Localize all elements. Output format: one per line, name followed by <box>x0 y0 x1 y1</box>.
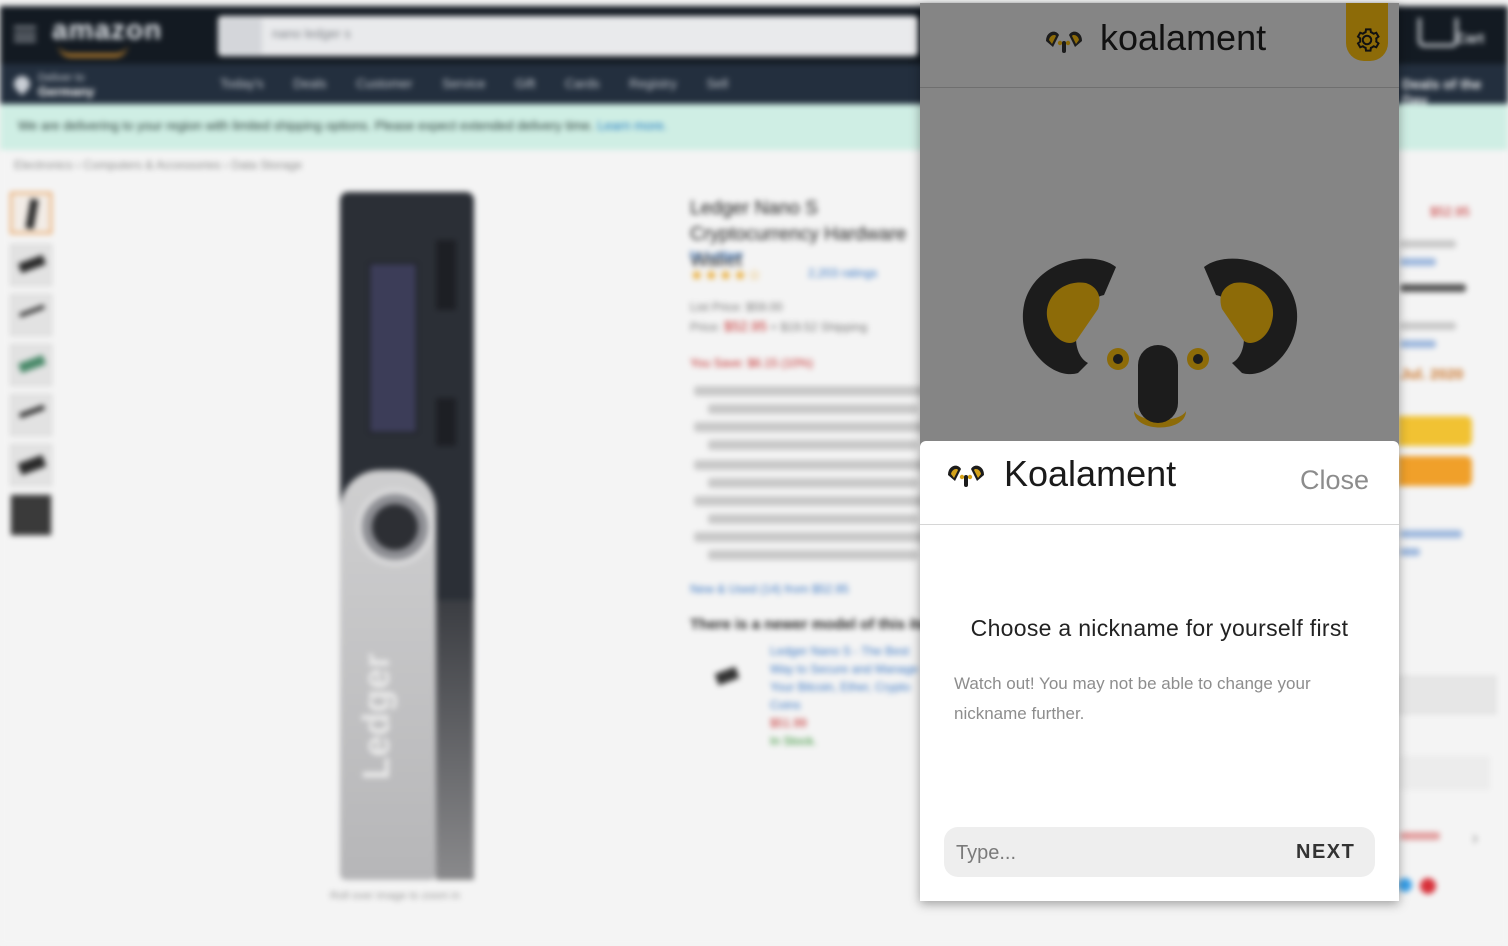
feature-bullet <box>708 404 918 414</box>
feature-bullet <box>708 550 918 560</box>
price-row: Price: $52.95 + $19.52 Shipping <box>690 318 867 334</box>
device-brand-text: Ledger <box>356 653 398 780</box>
koala-logo-icon <box>948 465 984 487</box>
new-used-link[interactable]: New & Used (14) from $52.95 <box>690 582 849 596</box>
list-price: List Price: $59.00 <box>690 300 783 314</box>
nickname-input-bar: NEXT <box>944 827 1375 877</box>
newer-model-heading: There is a newer model of this item: <box>690 616 946 633</box>
breadcrumb[interactable]: Electronics › Computers & Accessories › … <box>14 158 302 172</box>
dialog-title: Koalament <box>1004 453 1177 494</box>
add-to-cart-button[interactable] <box>1398 416 1472 446</box>
nickname-input[interactable] <box>954 835 1278 871</box>
buy-now-button[interactable] <box>1398 456 1472 486</box>
feature-bullet <box>694 460 924 470</box>
buybox-link[interactable] <box>1400 530 1462 538</box>
menu-icon[interactable] <box>14 26 36 42</box>
device-body <box>436 600 474 880</box>
nickname-warning: Watch out! You may not be able to change… <box>954 674 1311 723</box>
device-button <box>436 240 456 310</box>
pinterest-icon[interactable] <box>1420 878 1436 894</box>
buybox-link[interactable] <box>1400 548 1420 556</box>
koala-logo-icon <box>1046 31 1082 53</box>
product-thumbnail[interactable] <box>10 192 52 234</box>
cart-label[interactable]: Cart <box>1456 30 1484 46</box>
other-sellers-box[interactable] <box>1398 756 1490 790</box>
newer-model-stock: In Stock. <box>770 734 817 748</box>
price-value: $52.95 <box>724 318 767 334</box>
star-rating-icon[interactable]: ★★★★☆ <box>690 266 762 284</box>
feature-bullet <box>694 422 924 432</box>
buybox-price: $52.95 <box>1430 204 1470 219</box>
panel-title: koalament <box>1100 17 1267 58</box>
nickname-dialog: Koalament Close Choose a nickname for yo… <box>920 441 1399 901</box>
device-hole <box>356 488 434 566</box>
product-thumbnail[interactable] <box>10 344 52 386</box>
nav-links[interactable]: Today's Deals Customer Service Gift Card… <box>220 76 728 91</box>
shipping-notice: We are delivering to your region with li… <box>18 118 667 133</box>
deliver-to-country: Germany <box>38 84 95 99</box>
amazon-logo[interactable]: amazon <box>52 14 162 46</box>
device-screen <box>368 262 418 434</box>
buybox-link[interactable] <box>1400 258 1436 266</box>
koala-illustration <box>1022 258 1298 428</box>
gear-icon[interactable] <box>1352 25 1382 55</box>
chevron-right-icon[interactable]: › <box>1472 828 1478 849</box>
shipping-cost: + $19.52 Shipping <box>770 320 868 334</box>
product-title: Ledger Nano S Cryptocurrency Hardware Wa… <box>690 198 907 271</box>
image-caption: Roll over image to zoom in <box>330 890 461 902</box>
cart-icon[interactable] <box>1418 18 1458 47</box>
buybox-text <box>1400 240 1456 248</box>
product-thumbnail[interactable] <box>10 394 52 436</box>
product-brand-link[interactable]: by Ledger <box>690 248 743 262</box>
shipping-notice-link[interactable]: Learn more. <box>597 118 667 133</box>
feature-bullet <box>694 496 924 506</box>
dialog-header: Koalament Close <box>920 441 1399 525</box>
close-button[interactable]: Close <box>1300 465 1369 496</box>
buybox-text <box>1400 322 1456 330</box>
deliver-to[interactable]: Deliver to Germany <box>38 72 94 100</box>
newer-model-block: Ledger Nano S - The Best Way to Secure a… <box>770 642 920 750</box>
amazon-search-query[interactable]: nano ledger s <box>272 26 351 41</box>
you-save: You Save: $6.15 (10%) <box>690 356 813 370</box>
feature-bullet <box>708 440 918 450</box>
device-button <box>436 398 456 446</box>
delivery-date: Jul. 2020 <box>1400 366 1464 383</box>
buybox-link[interactable] <box>1400 340 1436 348</box>
newer-model-link[interactable]: Ledger Nano S - The Best Way to Secure a… <box>770 642 920 714</box>
search-category-dropdown[interactable] <box>220 18 262 54</box>
feature-bullet <box>708 478 918 488</box>
shipping-notice-text: We are delivering to your region with li… <box>18 118 594 133</box>
next-button[interactable]: NEXT <box>1296 837 1372 867</box>
product-thumbnail[interactable] <box>10 444 52 486</box>
product-thumbnail-video[interactable] <box>10 494 52 536</box>
newer-model-price: $51.99 <box>770 716 807 730</box>
buybox-text <box>1400 832 1440 840</box>
feature-bullet <box>694 386 924 396</box>
product-thumbnail[interactable] <box>10 244 52 286</box>
nickname-prompt-title: Choose a nickname for yourself first <box>970 615 1349 641</box>
amazon-logo-smile <box>58 44 128 57</box>
product-thumbnail[interactable] <box>10 294 52 336</box>
panel-header: koalament <box>920 3 1399 88</box>
twitter-icon[interactable] <box>1398 878 1412 892</box>
ratings-link[interactable]: 2,203 ratings <box>808 266 877 280</box>
price-label: Price: <box>690 320 721 334</box>
feature-bullet <box>708 514 918 524</box>
add-to-list-button[interactable] <box>1398 676 1496 714</box>
feature-bullet <box>694 532 924 542</box>
buybox-text <box>1400 284 1466 292</box>
